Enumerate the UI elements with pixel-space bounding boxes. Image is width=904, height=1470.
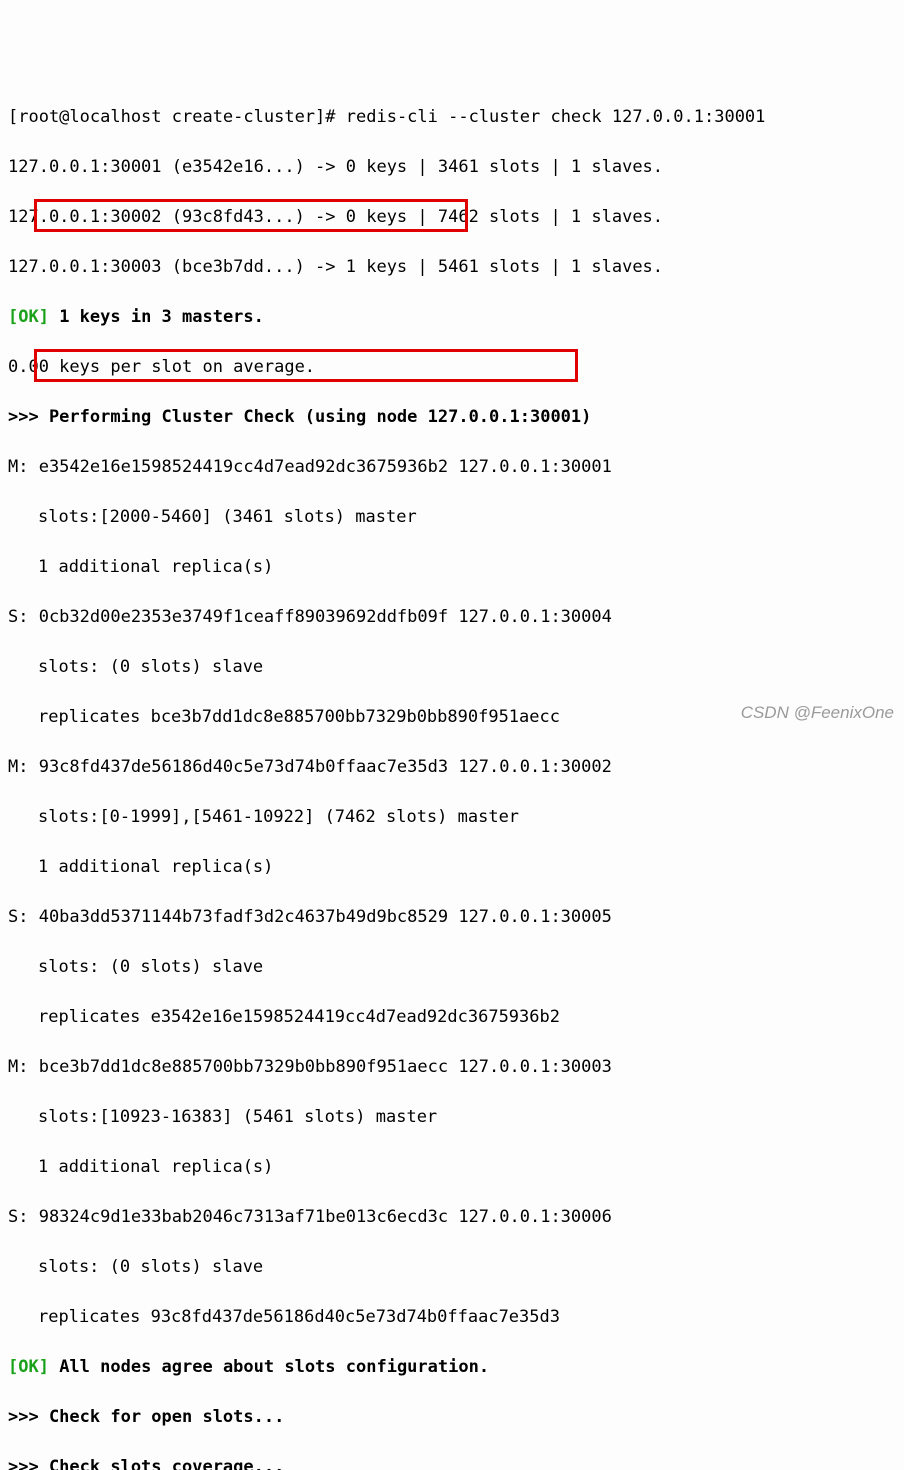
slave-node-line: S: 40ba3dd5371144b73fadf3d2c4637b49d9bc8… <box>8 905 896 930</box>
ok-line: [OK] All nodes agree about slots configu… <box>8 1355 896 1380</box>
check-line: >>> Check slots coverage... <box>8 1455 896 1470</box>
slave-node-line: S: 0cb32d00e2353e3749f1ceaff89039692ddfb… <box>8 605 896 630</box>
ok-line: [OK] 1 keys in 3 masters. <box>8 305 896 330</box>
replica-line: 1 additional replica(s) <box>8 855 896 880</box>
slots-line: slots:[10923-16383] (5461 slots) master <box>8 1105 896 1130</box>
shell-prompt: [root@localhost create-cluster]# <box>8 107 346 127</box>
slots-line: slots:[2000-5460] (3461 slots) master <box>8 505 896 530</box>
replica-line: 1 additional replica(s) <box>8 555 896 580</box>
command-text: redis-cli --cluster check 127.0.0.1:3000… <box>346 107 766 127</box>
slots-line: slots: (0 slots) slave <box>8 955 896 980</box>
replicates-line: replicates e3542e16e1598524419cc4d7ead92… <box>8 1005 896 1030</box>
output-line: 127.0.0.1:30001 (e3542e16...) -> 0 keys … <box>8 155 896 180</box>
ok-tag: [OK] <box>8 1357 59 1377</box>
perform-heading: >>> Performing Cluster Check (using node… <box>8 405 896 430</box>
ok-tag: [OK] <box>8 307 59 327</box>
replicates-line: replicates 93c8fd437de56186d40c5e73d74b0… <box>8 1305 896 1330</box>
watermark-text: CSDN @FeenixOne <box>741 700 894 725</box>
master-node-line: M: 93c8fd437de56186d40c5e73d74b0ffaac7e3… <box>8 755 896 780</box>
slots-line: slots: (0 slots) slave <box>8 1255 896 1280</box>
slave-node-line: S: 98324c9d1e33bab2046c7313af71be013c6ec… <box>8 1205 896 1230</box>
master-node-line: M: e3542e16e1598524419cc4d7ead92dc367593… <box>8 455 896 480</box>
slots-line: slots:[0-1999],[5461-10922] (7462 slots)… <box>8 805 896 830</box>
replica-line: 1 additional replica(s) <box>8 1155 896 1180</box>
command-line: [root@localhost create-cluster]# redis-c… <box>8 105 896 130</box>
output-line: 127.0.0.1:30003 (bce3b7dd...) -> 1 keys … <box>8 255 896 280</box>
output-line: 127.0.0.1:30002 (93c8fd43...) -> 0 keys … <box>8 205 896 230</box>
output-line: 0.00 keys per slot on average. <box>8 355 896 380</box>
ok-message: 1 keys in 3 masters. <box>59 307 264 327</box>
master-node-line: M: bce3b7dd1dc8e885700bb7329b0bb890f951a… <box>8 1055 896 1080</box>
check-line: >>> Check for open slots... <box>8 1405 896 1430</box>
ok-message: All nodes agree about slots configuratio… <box>59 1357 489 1377</box>
slots-line: slots: (0 slots) slave <box>8 655 896 680</box>
